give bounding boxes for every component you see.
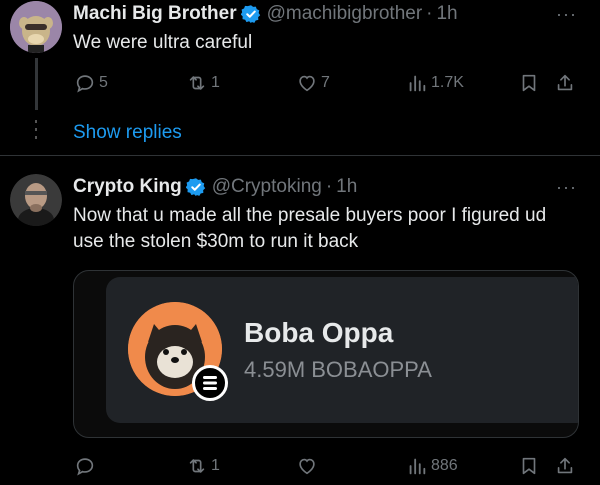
views-count: 886 — [431, 457, 458, 474]
tweet-actions: 5 1 7 1.7K — [0, 68, 600, 98]
token-supply: 4.59M BOBAOPPA — [244, 357, 432, 382]
tweet-header: Crypto King @Cryptoking · 1h — [73, 176, 357, 198]
reply-button[interactable]: 5 — [74, 68, 108, 98]
repost-button[interactable]: 1 — [186, 451, 220, 481]
timestamp[interactable]: 1h — [436, 3, 457, 25]
tweet-cryptoking[interactable]: Crypto King @Cryptoking · 1h ··· Now tha… — [0, 156, 600, 485]
bookmark-button[interactable] — [518, 68, 540, 98]
repost-count: 1 — [211, 74, 220, 91]
share-button[interactable] — [554, 68, 576, 98]
token-card-inner: Boba Oppa 4.59M BOBAOPPA — [106, 277, 578, 423]
verified-badge-icon — [240, 5, 260, 24]
bookmark-button[interactable] — [518, 451, 540, 481]
token-card[interactable]: Boba Oppa 4.59M BOBAOPPA — [73, 270, 579, 438]
thread-dots — [35, 120, 38, 144]
like-count: 7 — [321, 74, 330, 91]
separator: · — [426, 3, 433, 24]
reply-icon — [76, 75, 94, 93]
author-name[interactable]: Crypto King — [73, 176, 182, 198]
token-name: Boba Oppa — [244, 317, 394, 348]
repost-icon — [189, 76, 205, 90]
verified-badge-icon — [185, 178, 205, 197]
share-icon — [557, 457, 573, 474]
share-button[interactable] — [554, 451, 576, 481]
tweet-text-line: use the stolen $30m to run it back — [73, 231, 359, 252]
repost-button[interactable]: 1 — [186, 68, 220, 98]
tweet-text-line: Now that u made all the presale buyers p… — [73, 205, 547, 226]
repost-count: 1 — [211, 457, 220, 474]
views-button[interactable]: 886 — [406, 451, 458, 481]
repost-icon — [189, 459, 205, 473]
bookmark-icon — [522, 74, 536, 92]
author-handle[interactable]: @machibigbrother — [267, 3, 423, 25]
token-chain-icon — [192, 365, 228, 401]
reply-count: 5 — [99, 74, 108, 91]
like-button[interactable]: 7 — [296, 68, 330, 98]
separator: · — [325, 176, 333, 197]
show-replies-link[interactable]: Show replies — [73, 122, 182, 144]
views-button[interactable]: 1.7K — [406, 68, 464, 98]
tweet-actions: 1 886 — [0, 451, 600, 481]
author-name[interactable]: Machi Big Brother — [73, 3, 237, 25]
tweet-text: Now that u made all the presale buyers p… — [73, 203, 593, 255]
like-button[interactable] — [296, 451, 321, 481]
avatar[interactable] — [10, 174, 62, 226]
views-icon — [409, 75, 426, 92]
author-handle[interactable]: @Cryptoking — [212, 176, 322, 198]
heart-icon — [299, 75, 315, 92]
reply-icon — [76, 458, 94, 476]
heart-icon — [299, 458, 315, 475]
timestamp[interactable]: 1h — [336, 176, 357, 198]
avatar[interactable] — [10, 1, 62, 53]
reply-button[interactable] — [74, 451, 99, 481]
tweet-text: We were ultra careful — [73, 32, 253, 53]
views-count: 1.7K — [431, 74, 464, 91]
views-icon — [409, 458, 426, 475]
bookmark-icon — [522, 457, 536, 475]
share-icon — [557, 74, 573, 91]
tweet-machi[interactable]: Machi Big Brother @machibigbrother · 1h … — [0, 0, 600, 155]
tweet-header: Machi Big Brother @machibigbrother · 1h — [73, 3, 458, 25]
more-options-icon[interactable]: ··· — [556, 4, 577, 25]
more-options-icon[interactable]: ··· — [556, 177, 577, 198]
